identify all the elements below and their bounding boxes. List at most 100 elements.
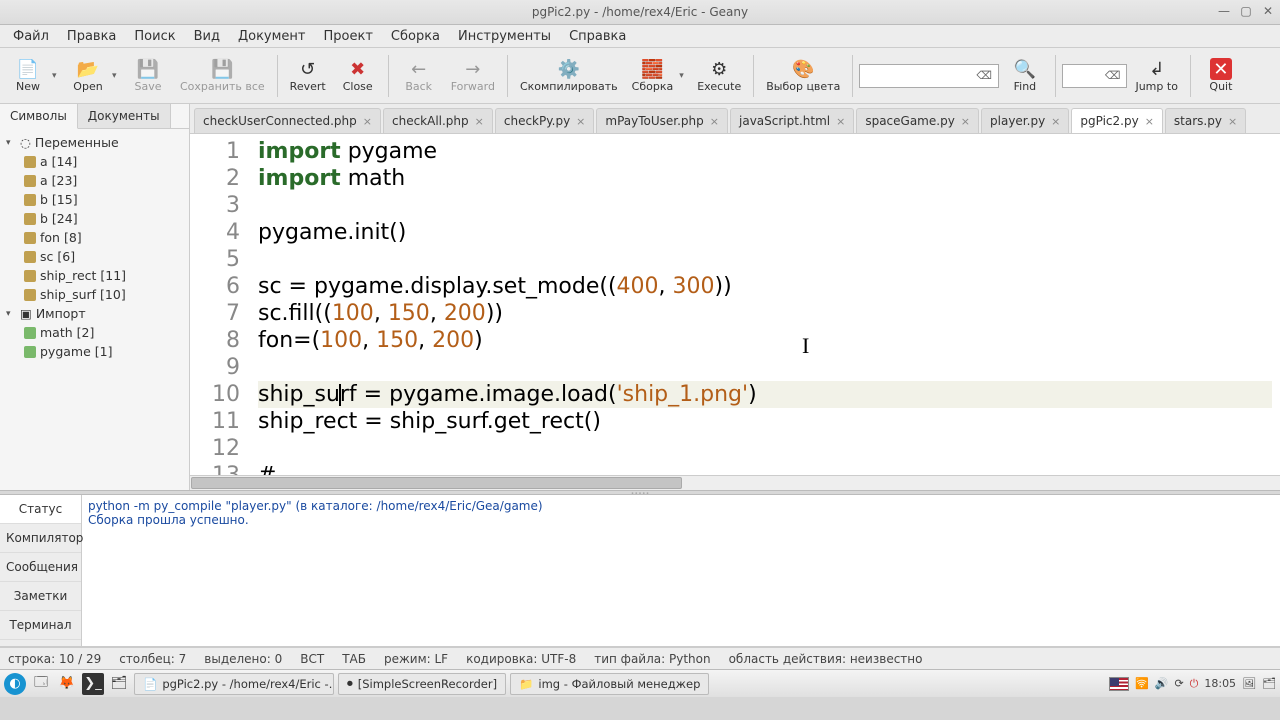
file-tab[interactable]: mPayToUser.php× [596,108,728,133]
tree-item[interactable]: math [2] [2,323,187,342]
tree-item[interactable]: fon [8] [2,228,187,247]
terminal-icon[interactable]: ❯_ [82,673,104,695]
back-icon: ← [408,58,430,80]
status-eol: режим: LF [384,652,448,666]
message-line: python -m py_compile "player.py" (в ката… [88,499,1274,513]
sidebar-tab-symbols[interactable]: Символы [0,104,78,129]
tab-close-icon[interactable]: × [1051,115,1060,128]
menu-view[interactable]: Вид [185,27,229,46]
menu-help[interactable]: Справка [560,27,635,46]
msg-tab-terminal[interactable]: Терминал [0,611,81,640]
menu-file[interactable]: Файл [4,27,58,46]
msg-tab-notes[interactable]: Заметки [0,582,81,611]
sidebar-tab-documents[interactable]: Документы [78,104,171,128]
keyboard-layout-icon[interactable] [1109,677,1129,691]
jumpto-button[interactable]: ↲Jump to [1129,50,1183,102]
file-tab[interactable]: player.py× [981,108,1069,133]
tree-group-import[interactable]: ▾▣Импорт [2,304,187,323]
tree-item[interactable]: a [23] [2,171,187,190]
close-window-button[interactable]: ✕ [1260,3,1276,19]
tree-item[interactable]: ship_surf [10] [2,285,187,304]
tab-close-icon[interactable]: × [836,115,845,128]
menu-build[interactable]: Сборка [382,27,449,46]
message-output[interactable]: python -m py_compile "player.py" (в ката… [82,495,1280,646]
status-ins: ВСТ [300,652,324,666]
toolbar-separator [277,55,278,97]
menu-project[interactable]: Проект [315,27,382,46]
status-bar: строка: 10 / 29 столбец: 7 выделено: 0 В… [0,647,1280,669]
tab-close-icon[interactable]: × [363,115,372,128]
file-tab-active[interactable]: pgPic2.py× [1071,108,1163,133]
start-menu-icon[interactable]: ◐ [4,673,26,695]
file-tab[interactable]: javaScript.html× [730,108,854,133]
menu-edit[interactable]: Правка [58,27,125,46]
tree-item[interactable]: b [15] [2,190,187,209]
file-tab[interactable]: checkUserConnected.php× [194,108,381,133]
volume-icon[interactable]: 🔊 [1155,677,1169,690]
files-icon[interactable]: 🗂 [108,673,130,695]
jumpto-input[interactable] [1067,69,1103,83]
jumpto-field-wrap[interactable]: ⌫ [1062,64,1128,88]
horizontal-scrollbar[interactable] [190,475,1280,490]
power-icon[interactable]: ⏻ [1190,677,1199,691]
execute-button[interactable]: ⚙Execute [691,50,747,102]
update-icon[interactable]: ⟳ [1174,677,1183,690]
open-button[interactable]: 📂Open [64,50,112,102]
back-button: ←Back [395,50,443,102]
find-button[interactable]: 🔍Find [1001,50,1049,102]
taskbar-item[interactable]: 📄pgPic2.py - /home/rex4/Eric -… [134,673,334,695]
tray-app-icon[interactable]: 🗂 [1262,677,1276,690]
message-panel: Статус Компилятор Сообщения Заметки Терм… [0,495,1280,647]
tab-close-icon[interactable]: × [475,115,484,128]
file-tab[interactable]: checkPy.py× [495,108,595,133]
file-tab[interactable]: stars.py× [1165,108,1246,133]
compile-button[interactable]: ⚙️Скомпилировать [514,50,624,102]
minimize-button[interactable]: — [1216,3,1232,19]
tree-item[interactable]: sc [6] [2,247,187,266]
firefox-icon[interactable]: 🦊 [56,673,78,695]
show-desktop-icon[interactable]: 🗔 [30,673,52,695]
tab-close-icon[interactable]: × [576,115,585,128]
new-dropdown[interactable]: ▾ [52,71,62,81]
new-button[interactable]: 📄New [4,50,52,102]
code-editor[interactable]: 12345678910111213 import pygameimport ma… [190,134,1280,475]
tab-close-icon[interactable]: × [710,115,719,128]
execute-icon: ⚙ [708,58,730,80]
tree-item[interactable]: ship_rect [11] [2,266,187,285]
file-tab[interactable]: spaceGame.py× [856,108,979,133]
compile-icon: ⚙️ [558,58,580,80]
search-input[interactable] [864,69,974,83]
menu-tools[interactable]: Инструменты [449,27,560,46]
color-button[interactable]: 🎨Выбор цвета [760,50,846,102]
tab-close-icon[interactable]: × [961,115,970,128]
tray-app-icon[interactable]: 🖼 [1242,677,1256,690]
tree-group-variables[interactable]: ▾◌Переменные [2,133,187,152]
taskbar-item[interactable]: ⏺[SimpleScreenRecorder] [338,673,506,695]
file-tab[interactable]: checkAll.php× [383,108,493,133]
network-icon[interactable]: 🛜 [1135,677,1149,690]
build-button[interactable]: 🧱Сборка [626,50,680,102]
menu-document[interactable]: Документ [229,27,315,46]
clear-search-icon[interactable]: ⌫ [974,69,994,82]
close-file-button[interactable]: ✖Close [334,50,382,102]
tree-item[interactable]: a [14] [2,152,187,171]
quit-button[interactable]: ✕Quit [1197,50,1245,102]
tab-close-icon[interactable]: × [1145,115,1154,128]
maximize-button[interactable]: ▢ [1238,3,1254,19]
tree-item[interactable]: b [24] [2,209,187,228]
code-content[interactable]: import pygameimport math pygame.init() s… [250,134,1280,475]
tree-item[interactable]: pygame [1] [2,342,187,361]
clock[interactable]: 18:05 [1204,677,1236,690]
msg-tab-compiler[interactable]: Компилятор [0,524,81,553]
msg-tab-messages[interactable]: Сообщения [0,553,81,582]
open-dropdown[interactable]: ▾ [112,71,122,81]
msg-tab-status[interactable]: Статус [0,495,81,524]
tab-close-icon[interactable]: × [1228,115,1237,128]
menu-search[interactable]: Поиск [125,27,184,46]
search-field-wrap[interactable]: ⌫ [859,64,999,88]
scrollbar-thumb[interactable] [191,477,682,489]
taskbar-item[interactable]: 📁img - Файловый менеджер [510,673,709,695]
clear-jumpto-icon[interactable]: ⌫ [1103,69,1123,82]
build-dropdown[interactable]: ▾ [679,71,689,81]
revert-button[interactable]: ↺Revert [284,50,332,102]
